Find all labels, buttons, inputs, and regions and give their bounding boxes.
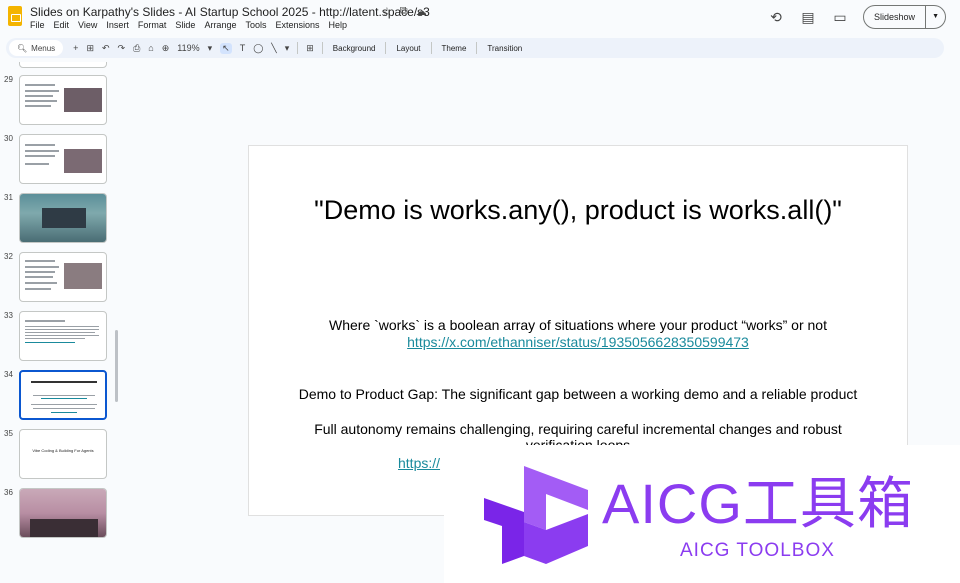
new-slide-layout-icon[interactable]: ⊞ bbox=[86, 43, 94, 54]
toolbar: 🔍︎ Menus + ⊞ ↶ ↷ ⎙ ⌂ ⊕ 119% ▾ ↖ T ◯ ╲ ▾ … bbox=[6, 38, 944, 58]
line-icon[interactable]: ╲ bbox=[271, 43, 276, 54]
menu-arrange[interactable]: Arrange bbox=[204, 20, 236, 30]
aicg-logo-icon bbox=[484, 466, 588, 564]
transition-button[interactable]: Transition bbox=[487, 44, 522, 53]
slide-thumbnail-image[interactable] bbox=[19, 193, 107, 243]
slide-thumbnail-image-selected[interactable] bbox=[19, 370, 107, 420]
slide-thumbnail-image[interactable] bbox=[19, 134, 107, 184]
menu-edit[interactable]: Edit bbox=[54, 20, 70, 30]
menu-format[interactable]: Format bbox=[138, 20, 167, 30]
slide-thumbnail-image[interactable]: Vibe Coding & Building For Agents bbox=[19, 429, 107, 479]
slide-number: 35 bbox=[4, 429, 13, 438]
new-slide-icon[interactable]: + bbox=[73, 43, 78, 53]
slides-logo-icon[interactable] bbox=[8, 6, 22, 26]
slide-number: 33 bbox=[4, 311, 13, 320]
slideshow-button[interactable]: Slideshow ▼ bbox=[863, 5, 946, 29]
select-icon[interactable]: ↖ bbox=[220, 42, 232, 54]
zoom-icon[interactable]: ⊕ bbox=[162, 43, 170, 54]
menu-bar: File Edit View Insert Format Slide Arran… bbox=[30, 20, 347, 30]
slide-paragraph[interactable]: Demo to Product Gap: The significant gap… bbox=[249, 386, 907, 402]
toolbar-divider bbox=[321, 42, 323, 54]
menu-file[interactable]: File bbox=[30, 20, 45, 30]
toolbar-divider bbox=[297, 42, 299, 54]
slideshow-label[interactable]: Slideshow bbox=[864, 12, 925, 22]
toolbar-divider bbox=[385, 42, 387, 54]
menu-view[interactable]: View bbox=[78, 20, 97, 30]
menu-extensions[interactable]: Extensions bbox=[275, 20, 319, 30]
comments-icon[interactable]: ▤ bbox=[799, 9, 817, 26]
slide-thumbnail-image[interactable] bbox=[19, 75, 107, 125]
print-icon[interactable]: ⎙ bbox=[133, 43, 140, 54]
menu-help[interactable]: Help bbox=[329, 20, 348, 30]
menu-tools[interactable]: Tools bbox=[245, 20, 266, 30]
slide-number: 31 bbox=[4, 193, 13, 202]
slide-thumbnail-image[interactable] bbox=[19, 311, 107, 361]
cloud-status-icon[interactable]: ☁ bbox=[416, 5, 427, 18]
background-button[interactable]: Background bbox=[333, 44, 376, 53]
slide-paragraph-continued[interactable]: verification loops bbox=[249, 437, 907, 445]
toolbar-divider bbox=[476, 42, 478, 54]
thumbnail-text: Vibe Coding & Building For Agents bbox=[32, 448, 94, 453]
slide-filmstrip[interactable]: 29 30 31 32 33 34 35 Vibe Coding & Build… bbox=[0, 62, 118, 583]
toolbar-divider bbox=[430, 42, 432, 54]
menus-search[interactable]: 🔍︎ Menus bbox=[9, 40, 64, 56]
slide-thumbnail-image[interactable] bbox=[19, 252, 107, 302]
redo-icon[interactable]: ↷ bbox=[118, 43, 126, 54]
undo-icon[interactable]: ↶ bbox=[102, 43, 110, 54]
version-history-icon[interactable]: ⟲ bbox=[767, 9, 785, 26]
menus-label: Menus bbox=[31, 43, 56, 53]
title-bar: Slides on Karpathy's Slides - AI Startup… bbox=[0, 0, 960, 36]
slide-number: 30 bbox=[4, 134, 13, 143]
zoom-dropdown-icon[interactable]: ▾ bbox=[208, 43, 213, 54]
slide-title[interactable]: "Demo is works.any(), product is works.a… bbox=[249, 195, 907, 226]
slide-paragraph[interactable]: Full autonomy remains challenging, requi… bbox=[249, 421, 907, 437]
menu-slide[interactable]: Slide bbox=[175, 20, 195, 30]
line-dropdown-icon[interactable]: ▾ bbox=[285, 43, 290, 54]
meet-icon[interactable]: ▭ bbox=[831, 9, 849, 26]
menu-insert[interactable]: Insert bbox=[106, 20, 129, 30]
comment-add-icon[interactable]: ⊞ bbox=[306, 43, 314, 54]
slide-number: 32 bbox=[4, 252, 13, 261]
search-icon: 🔍︎ bbox=[17, 43, 28, 53]
slide-link[interactable]: https://x.com/ethanniser/status/19350566… bbox=[249, 334, 907, 350]
document-title[interactable]: Slides on Karpathy's Slides - AI Startup… bbox=[30, 5, 430, 19]
star-icon[interactable]: ☆ bbox=[382, 5, 392, 18]
theme-button[interactable]: Theme bbox=[442, 44, 467, 53]
shape-icon[interactable]: ◯ bbox=[253, 43, 263, 54]
slide-number: 36 bbox=[4, 488, 13, 497]
layout-button[interactable]: Layout bbox=[396, 44, 420, 53]
slide-paragraph[interactable]: Where `works` is a boolean array of situ… bbox=[249, 317, 907, 333]
slide-number: 34 bbox=[4, 370, 13, 379]
slide-number: 29 bbox=[4, 75, 13, 84]
slide-thumbnail-image[interactable] bbox=[19, 62, 107, 68]
slideshow-dropdown-icon[interactable]: ▼ bbox=[925, 6, 945, 28]
paint-format-icon[interactable]: ⌂ bbox=[148, 43, 153, 53]
slide-thumbnail-image[interactable] bbox=[19, 488, 107, 538]
slide-link[interactable]: https:// bbox=[398, 455, 440, 471]
watermark-subtext: AICG TOOLBOX bbox=[680, 540, 835, 561]
zoom-level[interactable]: 119% bbox=[177, 43, 199, 53]
move-folder-icon[interactable]: ⧉ bbox=[400, 5, 408, 18]
text-box-icon[interactable]: T bbox=[240, 43, 246, 53]
watermark-text: AICG工具箱 bbox=[602, 472, 914, 535]
